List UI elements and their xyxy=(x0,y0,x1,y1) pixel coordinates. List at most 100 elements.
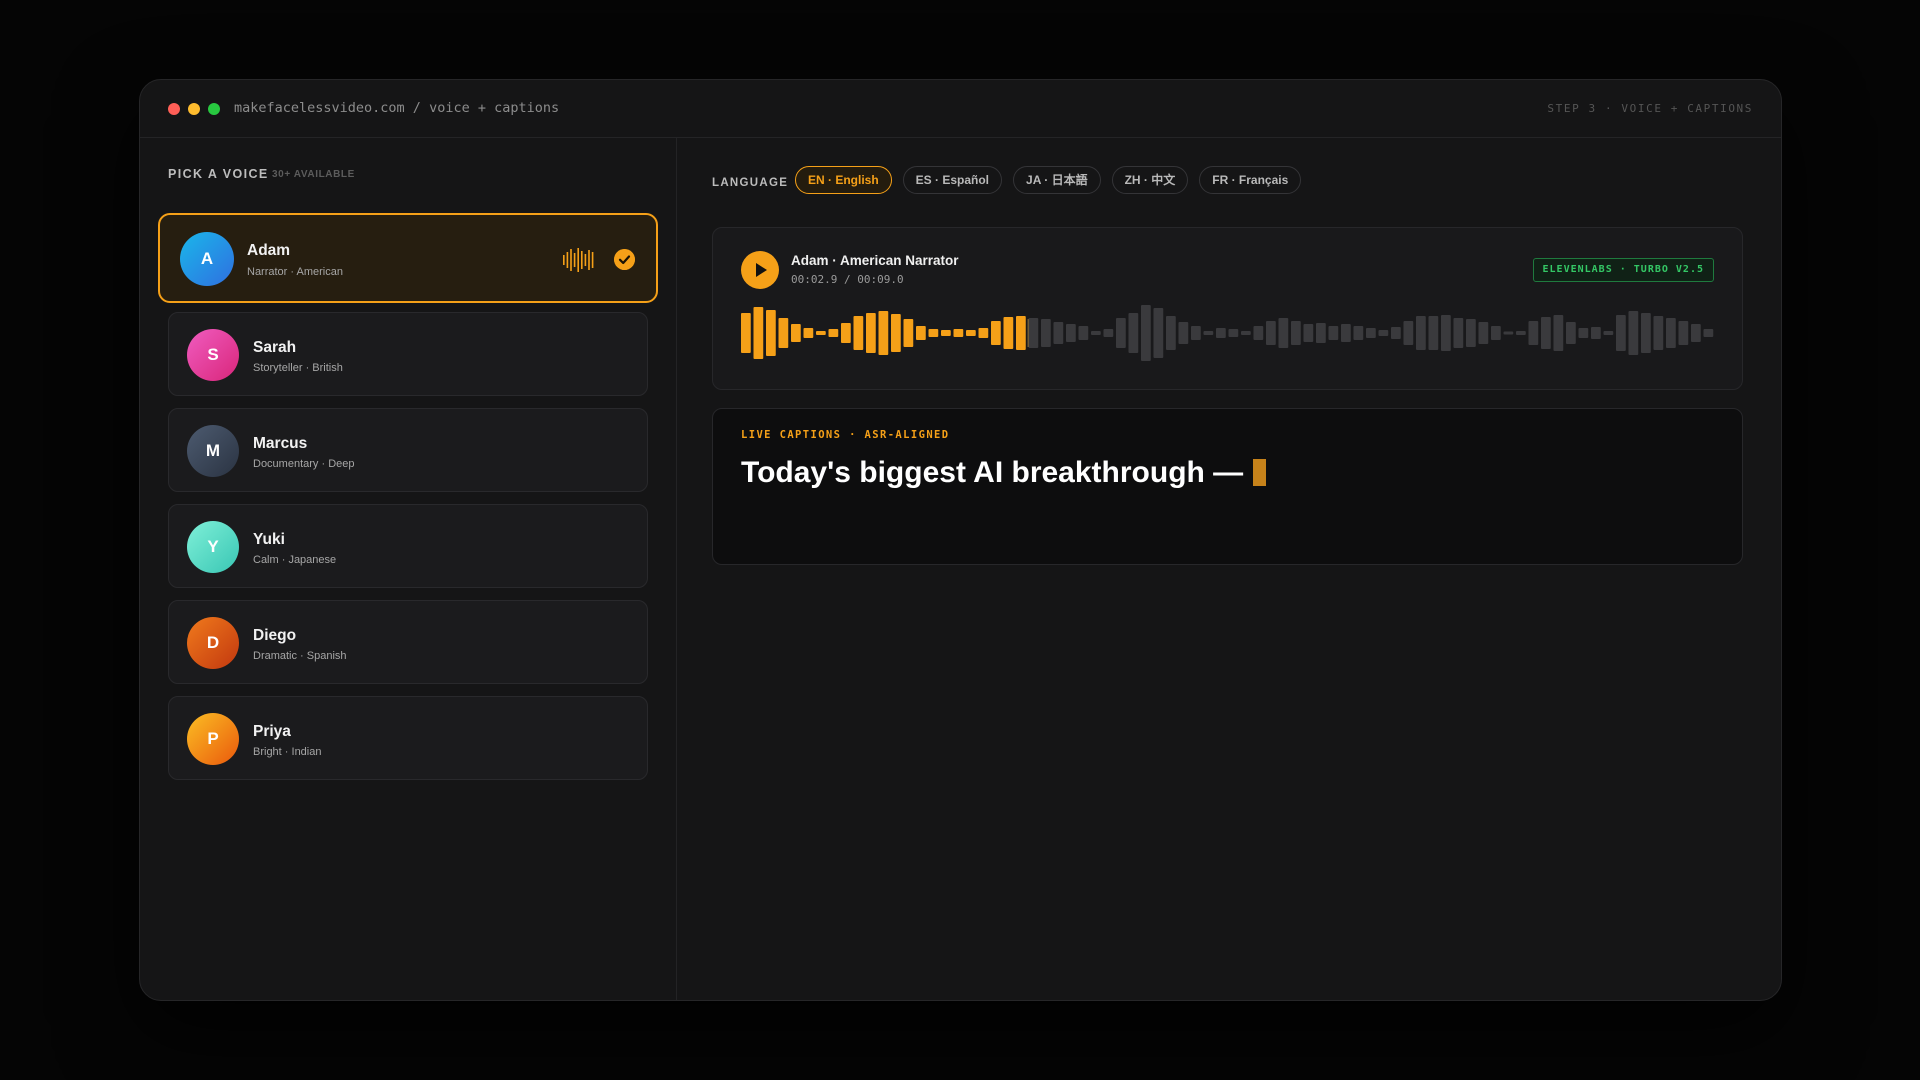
audio-wave-icon xyxy=(563,248,594,272)
player-time: 00:02.9 / 00:09.0 xyxy=(791,273,904,286)
waveform-bar xyxy=(866,313,876,353)
waveform-bar xyxy=(1128,313,1139,353)
waveform-bar xyxy=(928,329,939,337)
waveform-bar xyxy=(903,319,914,347)
language-label: LANGUAGE xyxy=(712,177,789,189)
voice-description: Narrator · American xyxy=(247,266,343,278)
language-chip-en[interactable]: EN · English xyxy=(795,166,892,194)
main-panel: LANGUAGE EN · English ES · Español JA · 日本… xyxy=(677,138,1781,1000)
waveform[interactable] xyxy=(741,303,1716,363)
player-title: Adam · American Narrator xyxy=(791,253,959,268)
waveform-bar xyxy=(1291,321,1301,345)
waveform-bar xyxy=(1253,326,1264,340)
waveform-bar xyxy=(1428,316,1439,350)
waveform-bar xyxy=(778,318,789,348)
waveform-bar xyxy=(1703,329,1714,337)
waveform-bar xyxy=(1091,331,1101,335)
voice-description: Calm · Japanese xyxy=(253,554,337,566)
voice-avatar: P xyxy=(187,713,239,765)
waveform-bar xyxy=(1016,316,1026,350)
waveform-bar xyxy=(1178,322,1189,344)
waveform-bar xyxy=(1378,330,1389,336)
waveform-bar xyxy=(1153,308,1164,358)
waveform-bar xyxy=(1641,313,1651,353)
waveform-bar xyxy=(1203,331,1214,335)
voice-description: Bright · Indian xyxy=(253,746,322,758)
voice-name: Sarah xyxy=(253,339,297,356)
waveform-bar xyxy=(1466,319,1476,347)
voice-name: Yuki xyxy=(253,531,285,548)
waveform-bar xyxy=(1403,321,1414,345)
voice-card-adam[interactable]: A Adam Narrator · American xyxy=(158,213,658,303)
voice-list: A Adam Narrator · American S Sarah Storytelle… xyxy=(158,213,658,792)
waveform-bar xyxy=(1366,328,1376,338)
waveform-bar xyxy=(1553,315,1564,351)
waveform-bar xyxy=(1241,331,1251,335)
waveform-bar xyxy=(1341,324,1351,342)
waveform-bar xyxy=(1416,316,1426,350)
waveform-bar xyxy=(753,307,764,359)
close-window-button[interactable] xyxy=(168,103,180,115)
waveform-bar xyxy=(741,313,751,353)
voice-name: Marcus xyxy=(253,435,308,452)
waveform-bar xyxy=(891,314,901,352)
playhead[interactable] xyxy=(1027,319,1030,347)
waveform-bar xyxy=(1503,331,1514,335)
play-button[interactable] xyxy=(741,251,779,289)
voice-panel: PICK A VOICE 30+ AVAILABLE A Adam Narrator… xyxy=(140,138,677,1000)
voice-name: Priya xyxy=(253,723,291,740)
waveform-bar xyxy=(878,311,889,355)
voice-count-badge: 30+ AVAILABLE xyxy=(272,169,355,180)
voice-card-sarah[interactable]: S Sarah Storyteller · British xyxy=(168,312,648,396)
waveform-bar xyxy=(1216,328,1226,338)
waveform-bar xyxy=(1028,318,1039,348)
waveform-bar xyxy=(1003,317,1014,349)
voice-avatar: Y xyxy=(187,521,239,573)
caption-text: Today's biggest AI breakthrough — xyxy=(741,456,1244,489)
waveform-bar xyxy=(1228,329,1239,337)
minimize-window-button[interactable] xyxy=(188,103,200,115)
waveform-bar xyxy=(941,330,951,336)
maximize-window-button[interactable] xyxy=(208,103,220,115)
waveform-bar xyxy=(1678,321,1689,345)
waveform-bar xyxy=(1053,322,1064,344)
waveform-bar xyxy=(1391,327,1401,339)
waveform-bar xyxy=(1666,318,1676,348)
waveform-bar xyxy=(1491,326,1501,340)
waveform-bar xyxy=(853,316,864,350)
voice-avatar: S xyxy=(187,329,239,381)
waveform-bar xyxy=(1166,316,1176,350)
waveform-bar xyxy=(1191,326,1201,340)
waveform-bar xyxy=(841,323,851,343)
waveform-bar xyxy=(1066,324,1076,342)
waveform-bar xyxy=(966,330,976,336)
language-selector: EN · English ES · Español JA · 日本語 ZH · 中文 F… xyxy=(795,166,1302,194)
waveform-bar xyxy=(1616,315,1626,351)
waveform-bar xyxy=(1591,327,1601,339)
waveform-bar xyxy=(916,326,926,340)
waveform-bar xyxy=(1278,318,1289,348)
language-chip-zh[interactable]: ZH · 中文 xyxy=(1111,166,1189,194)
waveform-bar xyxy=(816,331,826,335)
waveform-bar xyxy=(953,329,964,337)
language-chip-es[interactable]: ES · Español xyxy=(902,166,1003,194)
language-chip-fr[interactable]: FR · Français xyxy=(1199,166,1302,194)
waveform-bar xyxy=(1528,321,1539,345)
waveform-bar xyxy=(1353,326,1364,340)
waveform-bar xyxy=(1628,311,1639,355)
captions-label: LIVE CAPTIONS · ASR-ALIGNED xyxy=(741,429,950,441)
waveform-bar xyxy=(1266,321,1276,345)
caption-line: Today's biggest AI breakthrough — xyxy=(741,456,1267,490)
voice-name: Adam xyxy=(247,242,291,259)
waveform-bar xyxy=(1578,328,1589,338)
voice-card-yuki[interactable]: Y Yuki Calm · Japanese xyxy=(168,504,648,588)
captions-panel: LIVE CAPTIONS · ASR-ALIGNED Today's bigg… xyxy=(712,408,1743,565)
voice-card-marcus[interactable]: M Marcus Documentary · Deep xyxy=(168,408,648,492)
waveform-bar xyxy=(1603,331,1614,335)
waveform-bar xyxy=(1078,326,1089,340)
waveform-bar xyxy=(1541,317,1551,349)
voice-card-diego[interactable]: D Diego Dramatic · Spanish xyxy=(168,600,648,684)
voice-card-priya[interactable]: P Priya Bright · Indian xyxy=(168,696,648,780)
voice-section-title: PICK A VOICE xyxy=(168,167,269,181)
language-chip-ja[interactable]: JA · 日本語 xyxy=(1013,166,1101,194)
